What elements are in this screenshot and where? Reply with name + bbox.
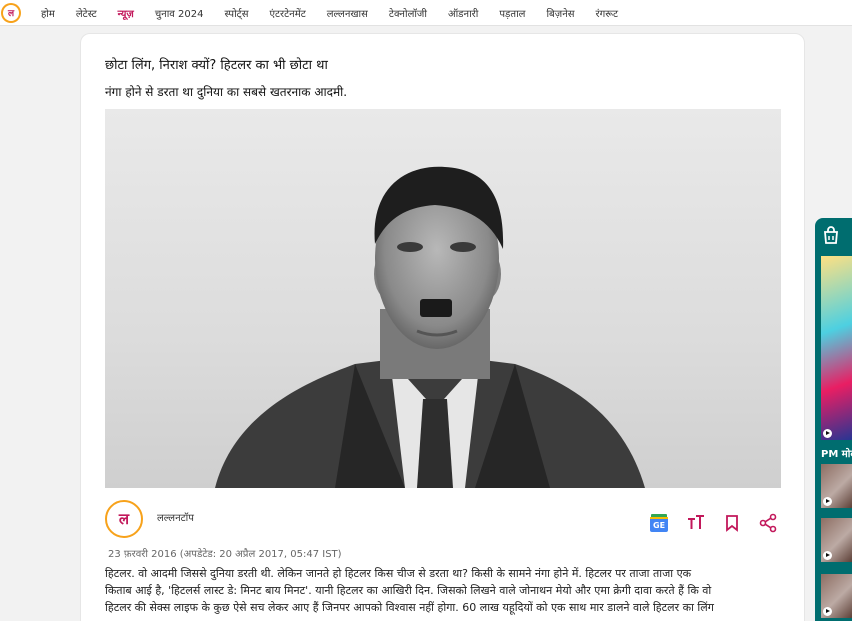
shopping-bag-button[interactable] xyxy=(821,225,841,249)
article-date: 23 फ़रवरी 2016 (अपडेटेड: 20 अप्रैल 2017,… xyxy=(108,549,342,560)
nav-item-sports[interactable]: स्पोर्ट्स xyxy=(225,6,249,20)
play-icon xyxy=(823,607,832,616)
google-news-button[interactable]: GE xyxy=(648,512,670,534)
play-icon xyxy=(823,551,832,560)
top-navigation: ल होम लेटेस्ट न्यूज़ चुनाव 2024 स्पोर्ट्… xyxy=(0,0,852,26)
sidebar-video-thumbnail[interactable] xyxy=(821,518,852,562)
nav-item-padtaal[interactable]: पड़ताल xyxy=(499,6,525,20)
nav-item-oddnaari[interactable]: ऑडनारी xyxy=(448,6,478,20)
nav-item-home[interactable]: होम xyxy=(41,6,55,20)
google-news-icon: GE xyxy=(650,514,668,532)
play-icon xyxy=(823,429,832,438)
article-subtitle: नंगा होने से डरता था दुनिया का सबसे खतरन… xyxy=(105,85,348,99)
bookmark-icon xyxy=(726,515,738,532)
nav-item-news[interactable]: न्यूज़ xyxy=(118,6,134,20)
article-actions: GE xyxy=(648,512,794,534)
article-body-line: हिटलर की सेक्स लाइफ के कुछ ऐसे सच लेकर आ… xyxy=(105,601,714,614)
text-size-icon xyxy=(688,515,704,529)
bookmark-button[interactable] xyxy=(722,513,742,533)
article-body: हिटलर. वो आदमी जिससे दुनिया डरती थी. लेक… xyxy=(105,565,785,616)
shopping-bag-icon xyxy=(824,226,838,244)
share-icon xyxy=(759,513,777,533)
sidebar-video-thumbnail[interactable] xyxy=(821,256,852,440)
nav-item-lallankhas[interactable]: लल्लनखास xyxy=(327,6,368,20)
article-body-line: किताब आई है, 'हिटलर्स लास्ट डे: मिनट बाय… xyxy=(105,584,712,597)
article-title: छोटा लिंग, निराश क्यों? हिटलर का भी छोटा… xyxy=(105,58,328,73)
share-button[interactable] xyxy=(758,513,778,533)
portrait-illustration xyxy=(215,166,645,488)
nav-item-business[interactable]: बिज़नेस xyxy=(546,6,574,20)
nav-item-entertainment[interactable]: एंटरटेनमेंट xyxy=(269,6,305,20)
nav-item-election[interactable]: चुनाव 2024 xyxy=(155,6,204,20)
sidebar-video-thumbnail[interactable] xyxy=(821,574,852,618)
text-size-button[interactable] xyxy=(686,513,706,533)
sidebar-video-headline[interactable]: PM मोद xyxy=(821,446,852,460)
nav-item-latest[interactable]: लेटेस्ट xyxy=(76,6,97,20)
site-logo-text: ल xyxy=(3,4,19,21)
video-sidebar: PM मोद xyxy=(815,218,852,621)
article-byline: ल लल्लनटॉप xyxy=(105,500,194,538)
author-avatar[interactable]: ल xyxy=(105,500,143,538)
play-icon xyxy=(823,497,832,506)
article-hero-image xyxy=(105,109,781,488)
svg-text:GE: GE xyxy=(653,521,665,530)
site-logo[interactable]: ल xyxy=(1,2,21,23)
nav-item-rangroot[interactable]: रंगरूट xyxy=(596,6,619,20)
nav-item-technology[interactable]: टेक्नोलॉजी xyxy=(389,6,427,20)
article-body-line: हिटलर. वो आदमी जिससे दुनिया डरती थी. लेक… xyxy=(105,567,692,580)
sidebar-video-thumbnail[interactable] xyxy=(821,464,852,508)
article-card: छोटा लिंग, निराश क्यों? हिटलर का भी छोटा… xyxy=(80,33,805,621)
author-name[interactable]: लल्लनटॉप xyxy=(157,510,194,524)
